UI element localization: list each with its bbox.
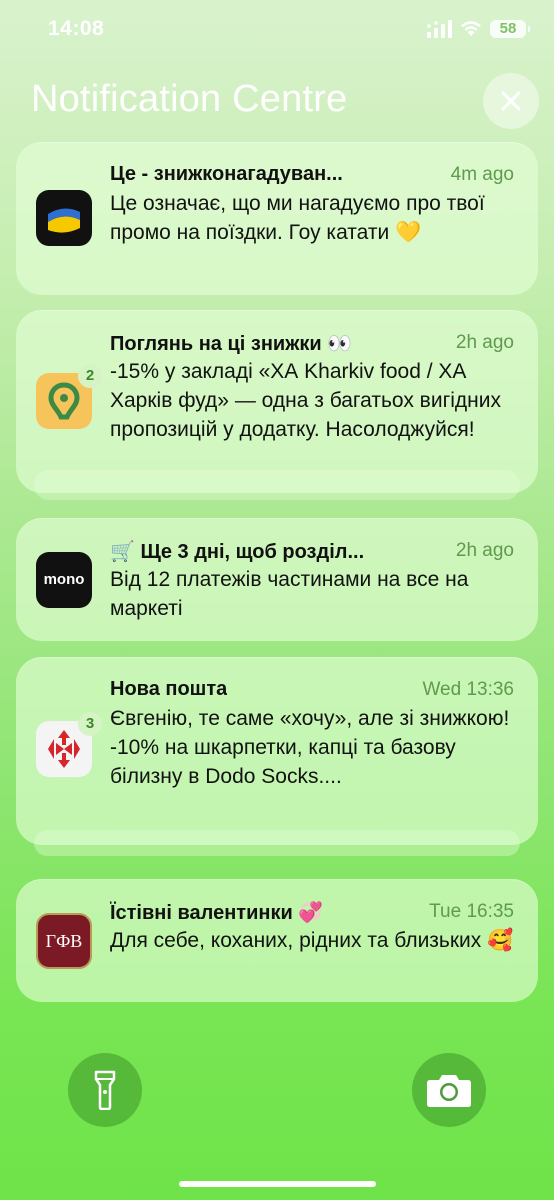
notification-card[interactable]: 3 Нова пошта Wed 13:36 Євгенію, те саме … xyxy=(16,657,538,845)
close-button[interactable] xyxy=(483,73,539,129)
notification-time: 2h ago xyxy=(455,332,514,353)
flashlight-icon xyxy=(94,1070,116,1110)
gfv-icon: ГФВ xyxy=(36,913,92,969)
location-pin-app-icon: 2 xyxy=(36,364,102,429)
count-badge: 3 xyxy=(78,712,102,736)
flashlight-button[interactable] xyxy=(68,1053,142,1127)
notification-card[interactable]: ГФВ Їстівні валентинки 💞 Tue 16:35 Для с… xyxy=(16,879,538,1002)
notification-body: Для себе, коханих, рідних та близьких 🥰 xyxy=(110,929,514,952)
page-title: Notification Centre xyxy=(31,78,348,120)
notification-time: Wed 13:36 xyxy=(422,679,514,700)
status-time: 14:08 xyxy=(48,17,105,40)
notification-card[interactable]: Це - знижконагадуван... 4m ago Це означа… xyxy=(16,142,538,295)
battery-indicator: 58 xyxy=(490,20,530,38)
notification-body: -15% у закладі «ХА Kharkiv food / ХА Хар… xyxy=(110,360,501,441)
notification-title: Це - знижконагадуван... xyxy=(110,163,343,185)
wifi-icon xyxy=(461,21,481,36)
notification-body: Від 12 платежів частинами на все на марк… xyxy=(110,568,469,620)
cellular-signal-icon xyxy=(427,20,452,38)
status-bar: 14:08 58 xyxy=(0,0,554,60)
home-indicator[interactable] xyxy=(179,1181,376,1187)
camera-icon xyxy=(427,1075,471,1107)
close-icon xyxy=(501,91,521,111)
notification-card[interactable]: 2 Поглянь на ці знижки 👀 2h ago -15% у з… xyxy=(16,310,538,493)
camera-button[interactable] xyxy=(412,1053,486,1127)
nova-poshta-icon: 3 xyxy=(36,712,102,777)
notification-time: 4m ago xyxy=(450,164,514,185)
notification-title: Нова пошта xyxy=(110,678,228,700)
notification-card[interactable]: mono 🛒 Ще 3 дні, щоб розділ... 2h ago Ві… xyxy=(16,518,538,641)
notification-time: 2h ago xyxy=(455,540,514,561)
notification-title: Їстівні валентинки 💞 xyxy=(110,902,324,924)
count-badge: 2 xyxy=(78,364,102,388)
uklon-icon xyxy=(36,190,92,246)
notification-title: 🛒 Ще 3 дні, щоб розділ... xyxy=(110,541,365,563)
notification-body: Євгенію, те саме «хочу», але зі знижкою!… xyxy=(110,707,510,788)
notification-title: Поглянь на ці знижки 👀 xyxy=(110,333,353,355)
notification-body: Це означає, що ми нагадуємо про твої про… xyxy=(110,192,485,244)
notification-time: Tue 16:35 xyxy=(429,901,514,922)
monobank-icon: mono xyxy=(36,552,92,608)
